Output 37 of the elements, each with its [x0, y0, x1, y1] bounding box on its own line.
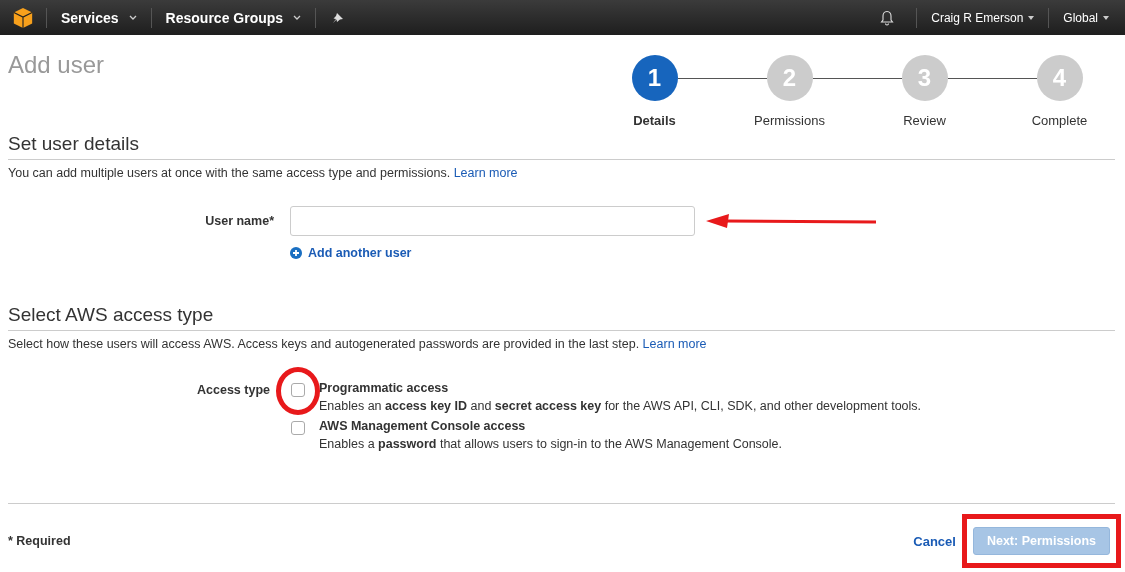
pin-icon[interactable]: [332, 11, 345, 24]
learn-more-link[interactable]: Learn more: [642, 337, 707, 351]
bell-icon[interactable]: [880, 9, 895, 26]
section-heading: Set user details: [8, 133, 1115, 160]
step-label: Permissions: [754, 113, 825, 128]
step-label: Complete: [1031, 113, 1088, 128]
field-label: Access type: [196, 382, 270, 399]
section-description: Select how these users will access AWS. Access keys and autogenerated passwords are provided in the last step.: [8, 337, 640, 351]
checkbox[interactable]: [291, 421, 305, 435]
option-title: Programmatic access: [319, 381, 450, 395]
page-title: Add user: [8, 51, 105, 80]
account-menu[interactable]: Craig R Emerson: [923, 10, 1043, 25]
region-menu[interactable]: Global: [1055, 10, 1117, 25]
services-menu[interactable]: Services: [53, 9, 145, 26]
cancel-link[interactable]: Cancel: [913, 533, 956, 549]
plus-circle-icon: [290, 247, 302, 259]
step-label: Details: [633, 113, 676, 128]
option-description: Enables an access key ID and secret access key for the AWS API, CLI, SDK, and other development tools.: [319, 399, 922, 413]
annotation-circle: [276, 367, 320, 415]
option-title: AWS Management Console access: [319, 419, 527, 433]
resource-groups-menu[interactable]: Resource Groups: [157, 9, 310, 26]
learn-more-link[interactable]: Learn more: [453, 166, 518, 180]
required-note: * Required: [8, 534, 71, 548]
chevron-down-icon: [128, 15, 137, 20]
step-number: 1: [631, 55, 678, 101]
step-label: Review: [903, 113, 946, 128]
caret-icon: [1028, 15, 1035, 20]
section-heading: Select AWS access type: [8, 304, 1115, 331]
caret-icon: [1103, 15, 1109, 20]
option-description: Enables a password that allows users to sign-in to the AWS Management Console.: [319, 437, 782, 451]
cube-logo-icon[interactable]: [12, 6, 34, 29]
checkbox[interactable]: [291, 383, 305, 397]
user-name-input[interactable]: [290, 206, 695, 236]
field-label: User name*: [204, 214, 274, 228]
chevron-down-icon: [293, 15, 302, 20]
section-description: You can add multiple users at once with the same access type and permissions.: [8, 166, 451, 180]
add-another-user-link[interactable]: Add another user: [290, 246, 412, 260]
